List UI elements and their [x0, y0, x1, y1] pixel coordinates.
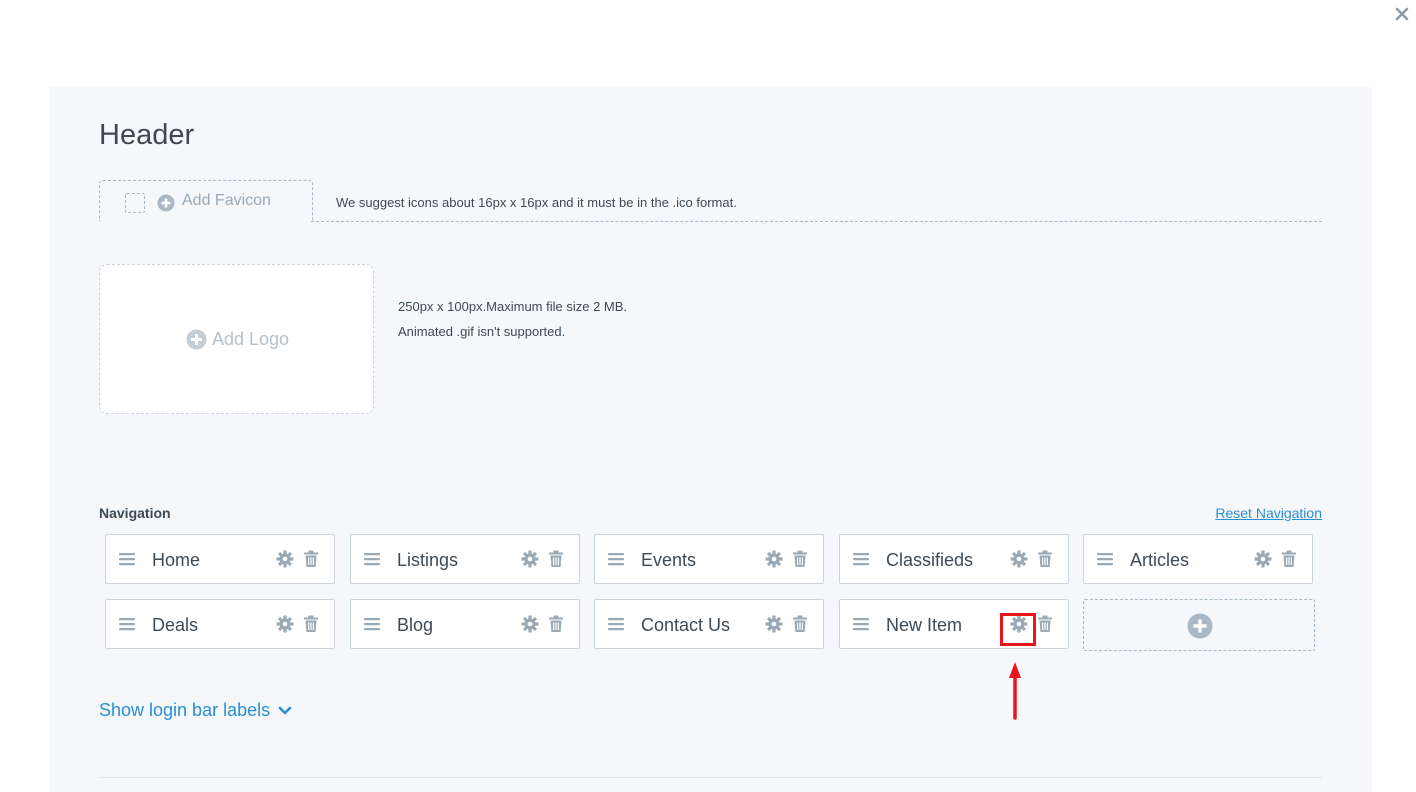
section-divider: [99, 777, 1322, 778]
trash-icon[interactable]: [1037, 615, 1053, 633]
chevron-down-icon: [278, 706, 292, 715]
navigation-item-label: Events: [641, 550, 697, 570]
navigation-item-label: Contact Us: [641, 615, 731, 635]
favicon-hint: We suggest icons about 16px x 16px and i…: [336, 195, 737, 210]
section-title: Header: [99, 119, 195, 151]
navigation-item-label: Deals: [152, 615, 199, 635]
logo-hint: 250px x 100px.Maximum file size 2 MB. An…: [398, 294, 627, 344]
drag-handle-icon[interactable]: [364, 617, 380, 631]
navigation-item[interactable]: Contact Us: [594, 599, 824, 649]
trash-icon[interactable]: [548, 615, 564, 633]
navigation-item[interactable]: Deals: [105, 599, 335, 649]
trash-icon[interactable]: [792, 550, 808, 568]
trash-icon[interactable]: [1037, 550, 1053, 568]
drag-handle-icon[interactable]: [1097, 552, 1113, 566]
close-button[interactable]: [1392, 4, 1414, 26]
header-settings-panel: Header Add Favicon We suggest icons abou…: [49, 87, 1372, 792]
navigation-item[interactable]: Blog: [350, 599, 580, 649]
logo-hint-format: Animated .gif isn't supported.: [398, 324, 566, 339]
show-login-bar-labels-toggle[interactable]: Show login bar labels: [99, 700, 292, 721]
gear-icon[interactable]: [1010, 550, 1028, 568]
add-favicon-button[interactable]: Add Favicon: [99, 180, 313, 221]
plus-circle-icon: [1187, 613, 1213, 639]
login-toggle-label: Show login bar labels: [99, 700, 271, 720]
navigation-item-label: Home: [152, 550, 201, 570]
favicon-divider: [311, 221, 1322, 222]
add-navigation-item-button[interactable]: [1083, 599, 1315, 651]
drag-handle-icon[interactable]: [853, 552, 869, 566]
navigation-item[interactable]: Listings: [350, 534, 580, 584]
drag-handle-icon[interactable]: [608, 617, 624, 631]
add-logo-button[interactable]: Add Logo: [99, 264, 374, 414]
gear-icon[interactable]: [521, 615, 539, 633]
navigation-item-label: Listings: [397, 550, 459, 570]
navigation-item-label: New Item: [886, 615, 963, 635]
reset-navigation-link[interactable]: Reset Navigation: [1215, 505, 1322, 521]
trash-icon[interactable]: [548, 550, 564, 568]
logo-hint-size: 250px x 100px.Maximum file size 2 MB.: [398, 299, 628, 314]
gear-icon[interactable]: [521, 550, 539, 568]
gear-icon[interactable]: [276, 550, 294, 568]
trash-icon[interactable]: [303, 550, 319, 568]
drag-handle-icon[interactable]: [119, 552, 135, 566]
plus-circle-icon: [186, 329, 207, 350]
navigation-item-label: Blog: [397, 615, 434, 635]
navigation-item-label: Classifieds: [886, 550, 974, 570]
drag-handle-icon[interactable]: [853, 617, 869, 631]
add-logo-label: Add Logo: [212, 329, 290, 349]
favicon-preview: [125, 193, 145, 213]
add-favicon-label: Add Favicon: [182, 192, 271, 209]
annotation-highlight-box: [1000, 613, 1036, 646]
navigation-heading: Navigation: [99, 505, 171, 521]
navigation-item-label: Articles: [1130, 550, 1190, 570]
navigation-item[interactable]: Home: [105, 534, 335, 584]
annotation-arrow-icon: [1009, 662, 1021, 720]
trash-icon[interactable]: [792, 615, 808, 633]
gear-icon[interactable]: [765, 550, 783, 568]
navigation-item[interactable]: Events: [594, 534, 824, 584]
navigation-item[interactable]: Articles: [1083, 534, 1313, 584]
trash-icon[interactable]: [303, 615, 319, 633]
gear-icon[interactable]: [765, 615, 783, 633]
drag-handle-icon[interactable]: [119, 617, 135, 631]
gear-icon[interactable]: [276, 615, 294, 633]
close-icon: [1395, 7, 1409, 21]
drag-handle-icon[interactable]: [608, 552, 624, 566]
gear-icon[interactable]: [1254, 550, 1272, 568]
plus-circle-icon: [157, 194, 175, 212]
drag-handle-icon[interactable]: [364, 552, 380, 566]
navigation-item[interactable]: Classifieds: [839, 534, 1069, 584]
trash-icon[interactable]: [1281, 550, 1297, 568]
